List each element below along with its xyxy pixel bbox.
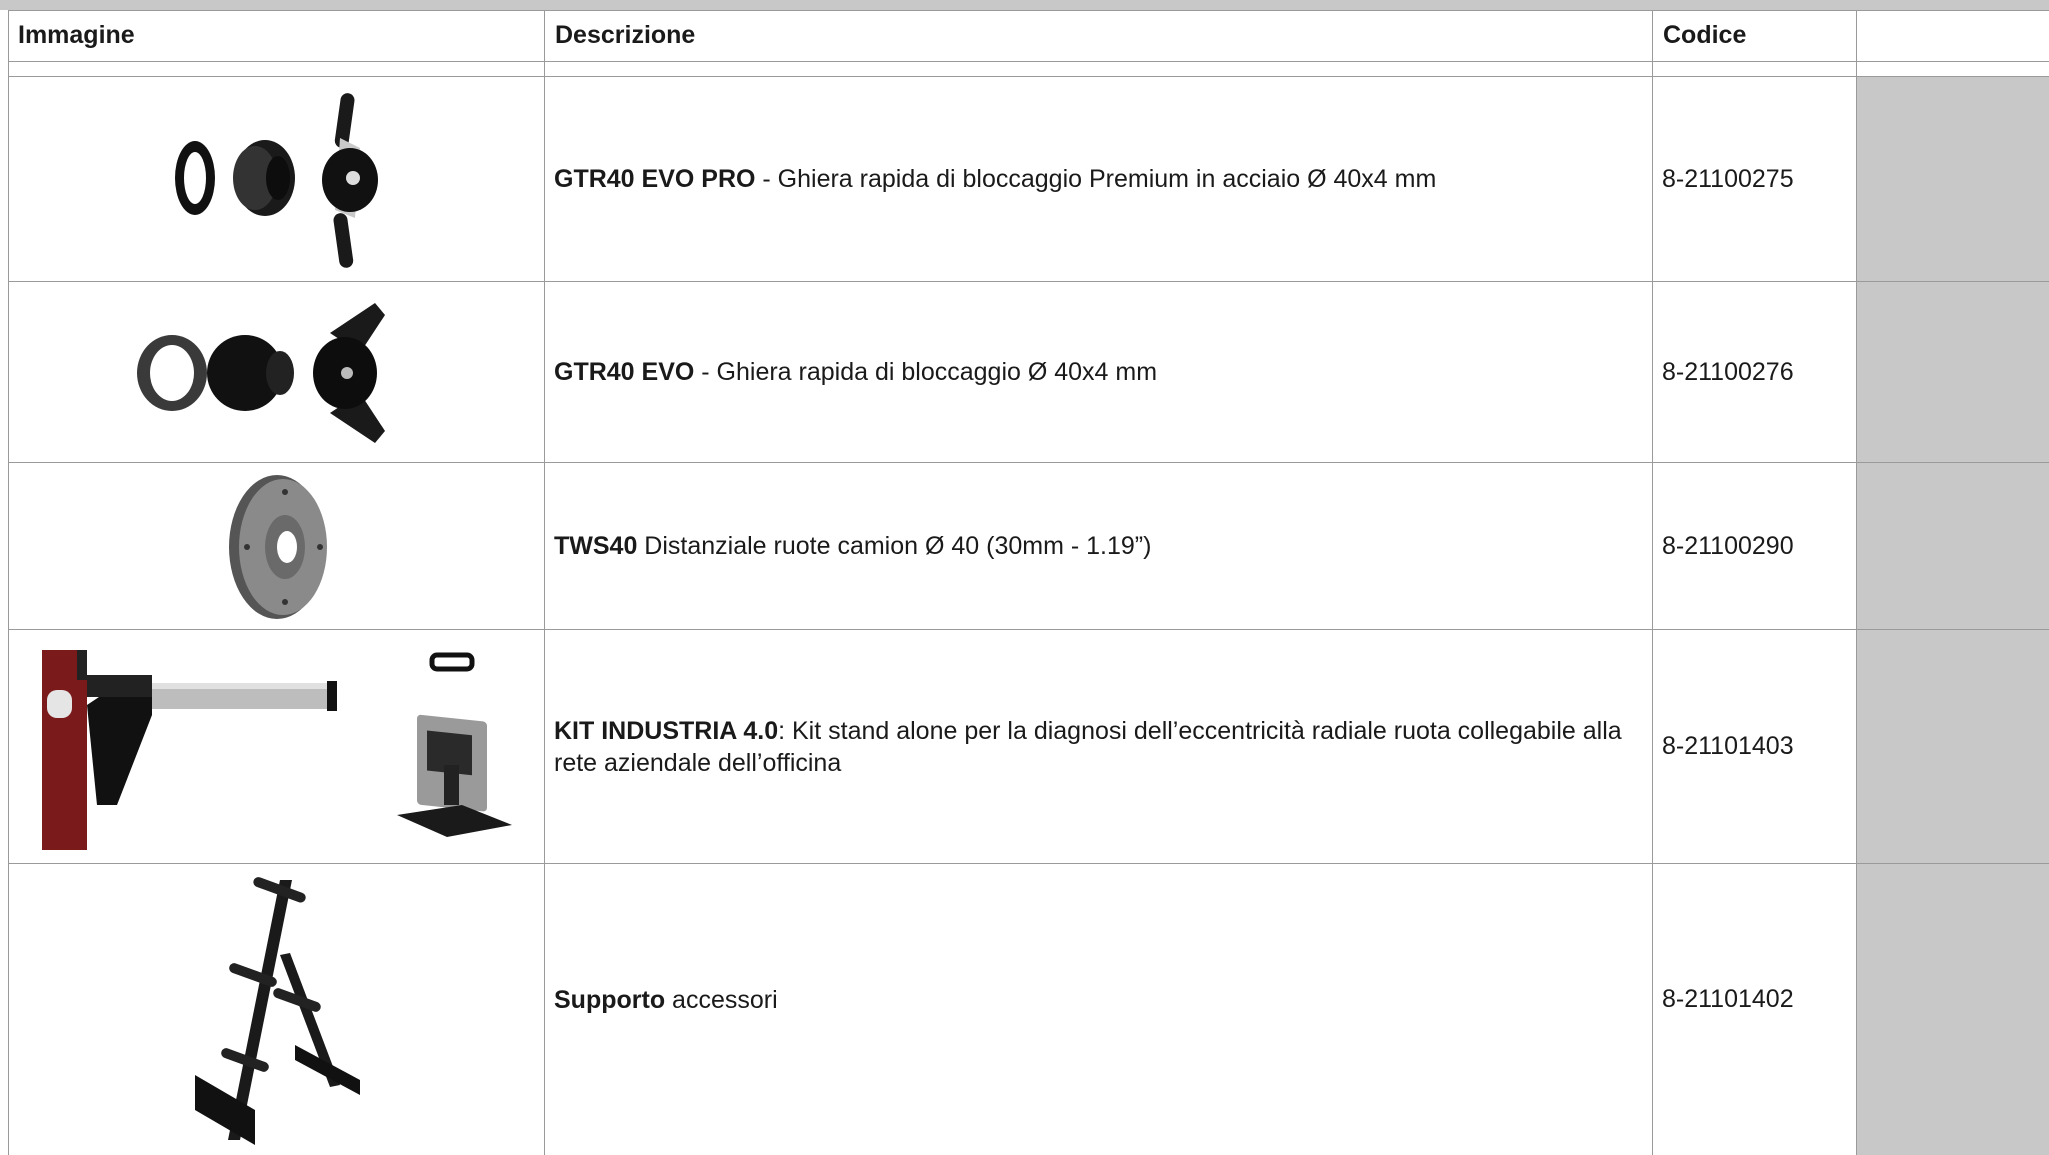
header-description: Descrizione — [555, 21, 696, 49]
product-name: Supporto — [554, 985, 666, 1014]
product-code: 8-21101402 — [1662, 985, 1794, 1013]
product-description: - Ghiera rapida di bloccaggio Ø 40x4 mm — [694, 358, 1158, 386]
row-description: GTR40 EVO - Ghiera rapida di bloccaggio … — [545, 282, 1645, 462]
product-code: 8-21100276 — [1662, 357, 1794, 386]
product-description: Distanziale ruote camion Ø 40 (30mm - 1.… — [637, 532, 1152, 560]
header-code: Codice — [1663, 21, 1747, 49]
product-code: 8-21100290 — [1662, 531, 1794, 560]
extra-cell — [1857, 864, 2049, 1155]
header-extra — [1857, 10, 2049, 61]
row-description: TWS40 Distanziale ruote camion Ø 40 (30m… — [545, 463, 1645, 629]
product-name: KIT INDUSTRIA 4.0 — [554, 716, 779, 745]
extra-cell — [1857, 463, 2049, 629]
truck-wheel-spacer-icon — [225, 472, 335, 622]
quick-lock-nut-premium-icon — [170, 88, 410, 273]
row-description: GTR40 EVO PRO - Ghiera rapida di bloccag… — [545, 77, 1645, 281]
top-band — [0, 0, 2049, 10]
product-name: GTR40 EVO PRO — [554, 165, 756, 193]
extra-cell — [1857, 282, 2049, 462]
accessory-stand-icon — [180, 875, 370, 1145]
product-name: GTR40 EVO — [554, 358, 695, 386]
industry-kit-icon — [42, 645, 512, 850]
extra-cell — [1857, 77, 2049, 281]
product-code: 8-21101403 — [1662, 732, 1794, 760]
quick-lock-nut-icon — [135, 293, 415, 453]
header-image: Immagine — [18, 21, 135, 49]
extra-cell — [1857, 630, 2049, 863]
product-description: - Ghiera rapida di bloccaggio Premium in… — [755, 165, 1437, 193]
row-description: Supporto accessori — [545, 864, 1645, 1155]
product-description: accessori — [665, 985, 778, 1014]
product-code: 8-21100275 — [1662, 164, 1794, 193]
product-name: TWS40 — [554, 532, 638, 560]
row-description: KIT INDUSTRIA 4.0: Kit stand alone per l… — [545, 630, 1645, 863]
